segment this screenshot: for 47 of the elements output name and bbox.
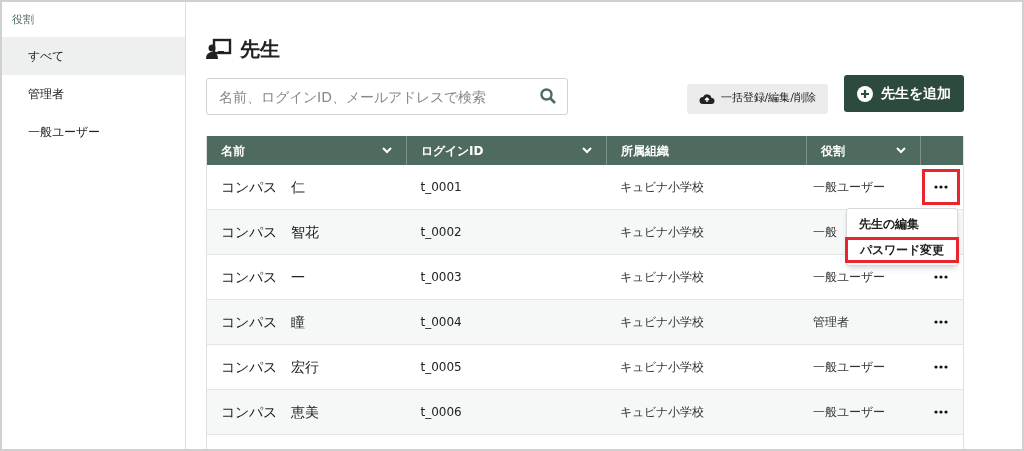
organization-cell-text: キュビナ小学校 (619, 359, 704, 376)
role-cell-text: 一般ユーザー (813, 269, 886, 286)
organization-cell-text: キュビナ小学校 (619, 404, 704, 421)
login-id-cell-text: t_0002 (420, 224, 462, 241)
login-id-cell-text: t_0006 (420, 404, 462, 421)
more-icon (934, 275, 949, 279)
organization-cell-text: キュビナ小学校 (619, 224, 704, 241)
role-cell-text: 一般ユーザー (813, 404, 886, 421)
role-cell-text: 管理者 (813, 314, 850, 331)
name-cell-text: コンパス 智花 (221, 222, 319, 242)
chevron-down-icon (582, 147, 592, 154)
sidebar-item[interactable]: すべて (2, 36, 185, 75)
name-cell-text: コンパス 仁 (221, 177, 305, 197)
cloud-upload-icon (698, 92, 715, 105)
name-cell-text: コンパス 宏行 (221, 357, 319, 377)
menu-item[interactable]: 先生の編集 (847, 211, 957, 237)
plus-circle-icon (857, 85, 873, 102)
login-id-cell-text: t_0005 (420, 359, 462, 376)
role-cell-text: 一般ユーザー (813, 359, 886, 376)
sidebar-item[interactable]: 一般ユーザー (2, 112, 185, 151)
page-title: 先生 (240, 36, 280, 63)
more-button[interactable] (922, 169, 961, 205)
search-field[interactable]: 名前、ログインID、メールアドレスで検索 (206, 78, 568, 115)
menu-item[interactable]: パスワード変更 (845, 237, 959, 263)
name-cell-text: コンパス 恵美 (221, 402, 319, 422)
chevron-down-icon (382, 147, 392, 154)
role-cell-text: 一般 (813, 224, 838, 241)
more-icon (934, 185, 949, 189)
organization-cell-text: キュビナ小学校 (619, 179, 704, 196)
login-id-cell-text: t_0001 (420, 179, 462, 196)
sidebar-item[interactable]: 管理者 (2, 74, 185, 113)
more-icon (934, 410, 949, 414)
teacher-board-icon (206, 38, 232, 60)
name-cell-text: コンパス 一 (221, 267, 305, 287)
login-id-cell-text: t_0003 (420, 269, 462, 286)
organization-cell-text: キュビナ小学校 (619, 269, 704, 286)
name-cell-text: コンパス 瞳 (221, 312, 305, 332)
login-id-cell-text: t_0004 (420, 314, 462, 331)
chevron-down-icon (896, 147, 906, 154)
organization-cell-text: キュビナ小学校 (619, 314, 704, 331)
role-cell-text: 一般ユーザー (813, 179, 886, 196)
search-icon (540, 88, 556, 104)
bulk-edit-button[interactable]: 一括登録/編集/削除 (686, 83, 828, 114)
add-teacher-button[interactable]: 先生を追加 (844, 75, 964, 112)
more-icon (934, 320, 949, 324)
more-icon (934, 365, 949, 369)
sidebar-heading: 役割 (11, 12, 35, 28)
